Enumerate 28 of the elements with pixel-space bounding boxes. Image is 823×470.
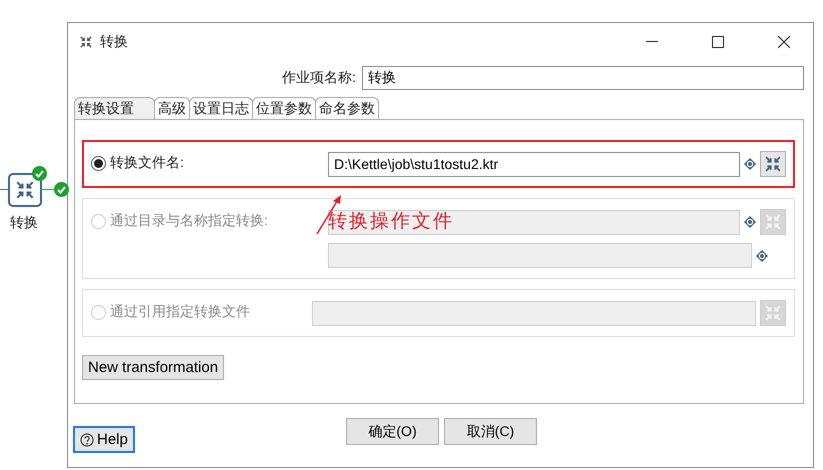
new-transformation-button[interactable]: New transformation	[82, 355, 224, 380]
variable-icon	[744, 158, 756, 170]
transformation-icon	[765, 214, 781, 230]
help-button[interactable]: Help	[73, 426, 135, 453]
transformation-icon	[765, 305, 781, 321]
option-label: 转换文件名:	[110, 154, 184, 172]
option-label: 通过目录与名称指定转换:	[110, 212, 268, 230]
annotation-text: 转换操作文件	[328, 210, 454, 234]
job-name-label: 作业项名称:	[282, 69, 356, 87]
variable-icon	[744, 216, 756, 228]
help-icon	[80, 432, 94, 446]
node-label: 转换	[10, 214, 38, 232]
transformation-node[interactable]	[8, 173, 42, 207]
transformation-icon	[16, 181, 34, 199]
browse-button[interactable]	[760, 151, 786, 177]
transformation-icon	[80, 36, 92, 48]
dialog-button[interactable]: 取消(C)	[444, 418, 537, 445]
tab[interactable]: 命名参数	[315, 97, 379, 119]
transformation-icon	[765, 156, 781, 172]
tab[interactable]: 转换设置	[74, 97, 155, 119]
path-field[interactable]: D:\Kettle\job\stu1tostu2.ktr	[328, 152, 740, 176]
variable-icon	[756, 250, 768, 262]
radio-button[interactable]	[91, 156, 106, 171]
check-icon	[32, 166, 47, 181]
option-label: 通过引用指定转换文件	[110, 303, 250, 321]
window-title: 转换	[100, 33, 129, 51]
job-name-field[interactable]: 转换	[362, 66, 804, 90]
dialog-button[interactable]: 确定(O)	[346, 418, 439, 445]
